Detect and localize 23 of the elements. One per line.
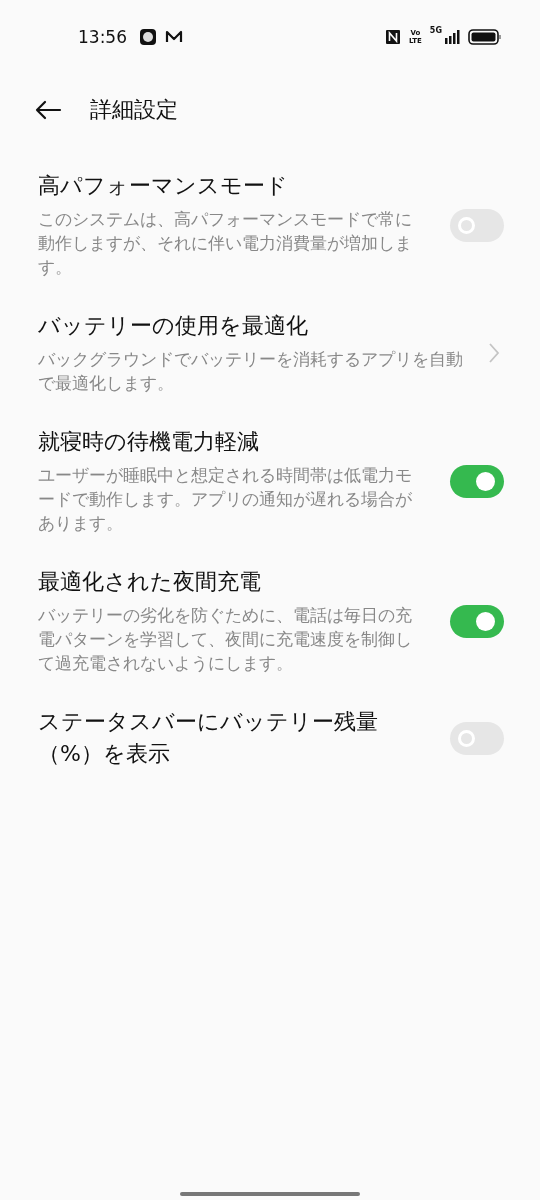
setting-title: 最適化された夜間充電 <box>38 568 262 596</box>
setting-title: 高パフォーマンスモード <box>38 172 289 200</box>
status-time: 13:56 <box>78 27 127 47</box>
signal-icon <box>444 29 460 45</box>
battery-icon <box>468 29 502 45</box>
page-title: 詳細設定 <box>90 96 178 124</box>
toggle-switch[interactable] <box>450 721 504 755</box>
setting-title: ステータスバーにバッテリー残量（%）を表示 <box>38 708 379 768</box>
home-indicator[interactable] <box>180 1192 360 1196</box>
nfc-icon <box>385 29 401 45</box>
setting-description: このシステムは、高パフォーマンスモードで常に動作しますが、それに伴い電力消費量が増加します。 <box>38 209 413 279</box>
setting-description: バックグラウンドでバッテリーを消耗するアプリを自動で最適化します。 <box>38 349 464 395</box>
toggle-switch[interactable] <box>450 604 504 638</box>
chevron-icon[interactable] <box>488 342 500 364</box>
setting-title: バッテリーの使用を最適化 <box>38 312 309 340</box>
network-label: 5G <box>429 26 442 35</box>
mail-icon <box>165 30 183 44</box>
app-notification-icon <box>139 28 157 46</box>
toggle-switch[interactable] <box>450 208 504 242</box>
setting-description: ユーザーが睡眠中と想定される時間帯は低電力モードで動作します。アプリの通知が遅れる場合があります。 <box>38 465 413 535</box>
setting-title: 就寝時の待機電力軽減 <box>38 428 260 456</box>
toggle-switch[interactable] <box>450 464 504 498</box>
setting-description: バッテリーの劣化を防ぐために、電話は毎日の充電パターンを学習して、夜間に充電速度を制御して過充電されないようにします。 <box>38 605 413 675</box>
